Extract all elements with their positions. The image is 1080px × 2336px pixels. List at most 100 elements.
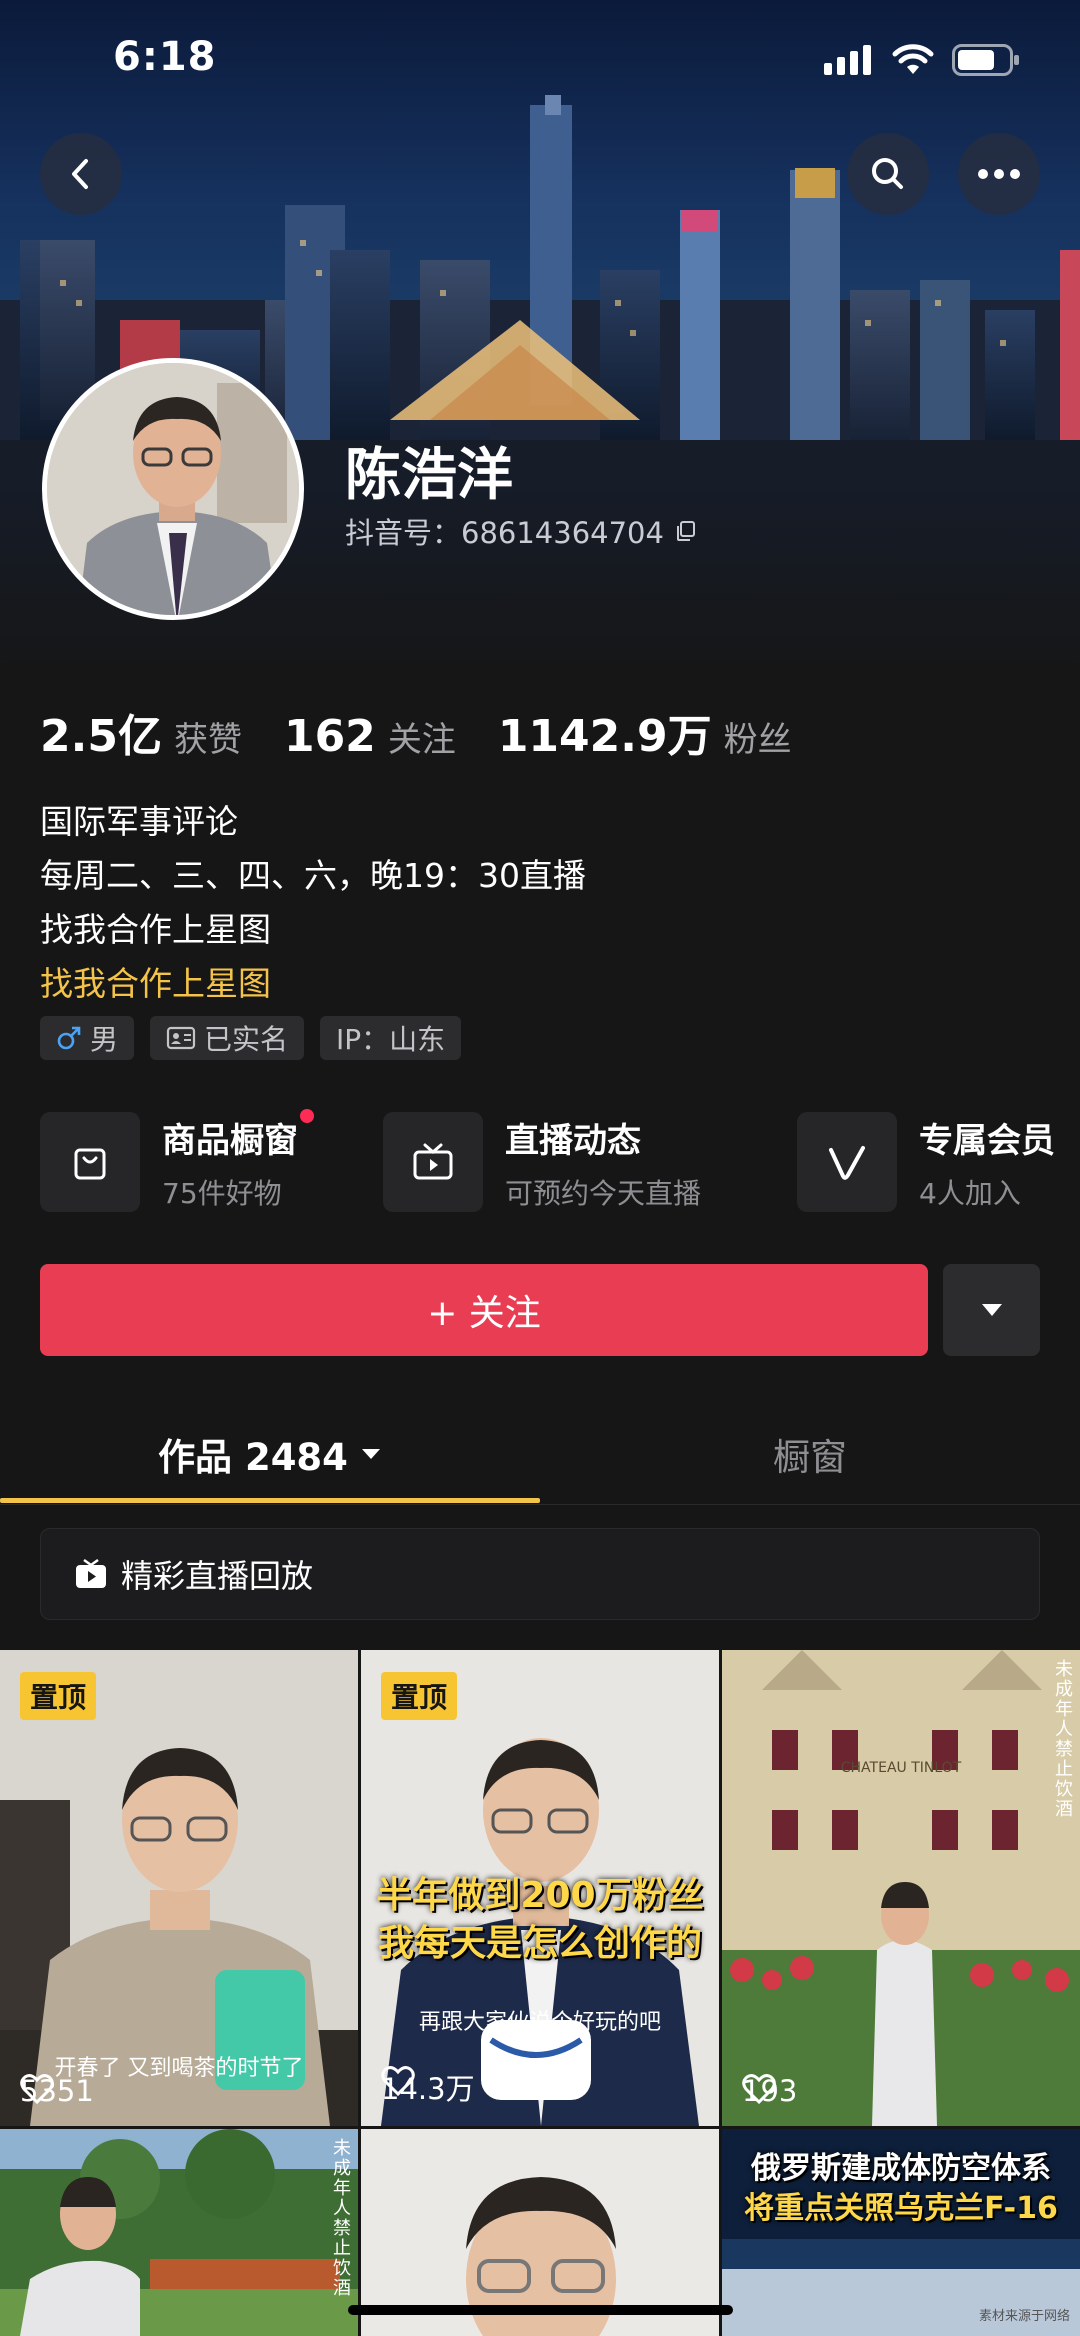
- video-watermark: 素材来源于网络: [978, 2309, 1070, 2324]
- feature-shop-title: 商品橱窗: [162, 1108, 314, 1162]
- video-thumbnail[interactable]: 未成年人禁止饮酒: [0, 2129, 358, 2336]
- caret-down-icon: [981, 1304, 1002, 1316]
- tag-ip-label: IP：山东: [336, 1023, 446, 1056]
- stat-followers[interactable]: 1142.9万 粉丝: [498, 700, 792, 764]
- bio-line-2: 每周二、三、四、六，晚19：30直播: [40, 856, 586, 895]
- avatar-image: [47, 363, 299, 615]
- search-button[interactable]: [847, 133, 929, 215]
- video-likes: 193: [742, 2074, 797, 2108]
- home-indicator[interactable]: [348, 2305, 733, 2315]
- feature-member-icon-box: [797, 1112, 897, 1212]
- feature-live-text: 直播动态 可预约今天直播: [505, 1113, 701, 1212]
- status-bar: 6:18: [0, 0, 1080, 120]
- feature-membership[interactable]: 专属会员 4人加入: [797, 1112, 1055, 1212]
- follow-dropdown-button[interactable]: [943, 1264, 1040, 1356]
- tag-verified[interactable]: 已实名: [150, 1016, 305, 1060]
- video-thumbnail[interactable]: 俄罗斯建成体防空体系 将重点关照乌克兰F-16 素材来源于网络: [722, 2129, 1080, 2336]
- tab-shop-window[interactable]: 橱窗: [540, 1404, 1080, 1504]
- tag-verified-label: 已实名: [204, 1023, 289, 1056]
- active-tab-underline: [0, 1498, 540, 1503]
- profile-tags: 男 已实名 IP：山东: [40, 1016, 462, 1060]
- heart-icon: [20, 2074, 54, 2104]
- follow-button[interactable]: + 关注: [40, 1264, 928, 1356]
- id-card-icon: [166, 1026, 196, 1050]
- v-member-icon: [829, 1146, 865, 1180]
- feature-shop-icon-box: [40, 1112, 140, 1212]
- tab-works-label: 作品 2484: [158, 1436, 348, 1479]
- heart-icon: [381, 2066, 415, 2096]
- pinned-badge: 置顶: [381, 1672, 458, 1720]
- more-button[interactable]: [958, 133, 1040, 215]
- more-dots-icon: [978, 169, 1020, 179]
- stat-likes-value: 2.5亿: [40, 711, 162, 762]
- tv-icon: [413, 1143, 453, 1180]
- feature-member-title: 专属会员: [919, 1120, 1055, 1161]
- chateau-sign: CHATEAU TINLOT: [840, 1760, 962, 1776]
- feature-shop-window[interactable]: 商品橱窗 75件好物: [40, 1108, 314, 1212]
- stat-following[interactable]: 162 关注: [284, 711, 456, 762]
- tag-gender: 男: [40, 1016, 135, 1060]
- chevron-left-icon: [72, 159, 88, 189]
- stat-likes-label: 获赞: [173, 720, 242, 760]
- feature-live-title: 直播动态: [505, 1120, 641, 1161]
- profile-bio: 国际军事评论 每周二、三、四、六，晚19：30直播 找我合作上星图 找我合作上星…: [40, 795, 586, 1011]
- feature-member-text: 专属会员 4人加入: [919, 1113, 1055, 1212]
- avatar[interactable]: [42, 358, 304, 620]
- stat-following-label: 关注: [387, 720, 456, 760]
- feature-shop-subtitle: 75件好物: [162, 1176, 282, 1210]
- status-time: 6:18: [113, 34, 217, 80]
- video-caption-line-2: 将重点关照乌克兰F-16: [744, 2191, 1058, 2226]
- caret-down-icon: [361, 1449, 380, 1459]
- stat-followers-value: 1142.9万: [497, 711, 712, 762]
- feature-live-icon-box: [383, 1112, 483, 1212]
- search-icon: [872, 158, 903, 189]
- video-side-notice: 未成年人禁止饮酒: [1055, 1659, 1073, 1820]
- feature-live-subtitle: 可预约今天直播: [505, 1176, 702, 1210]
- video-caption-line-1: 俄罗斯建成体防空体系: [751, 2151, 1051, 2186]
- video-side-notice: 未成年人禁止饮酒: [333, 2138, 351, 2299]
- back-button[interactable]: [40, 133, 122, 215]
- wifi-icon: [892, 44, 934, 74]
- video-thumbnail-image: [722, 1650, 1080, 2126]
- profile-tabs: 作品 2484 橱窗: [0, 1404, 1080, 1505]
- video-caption-line-2: 我每天是怎么创作的: [377, 1923, 702, 1964]
- tab-works[interactable]: 作品 2484: [0, 1404, 540, 1504]
- heart-icon: [742, 2074, 776, 2104]
- signal-icon: [824, 45, 871, 75]
- feature-live[interactable]: 直播动态 可预约今天直播: [383, 1112, 701, 1212]
- stat-following-value: 162: [283, 711, 376, 762]
- bio-cooperation-link[interactable]: 找我合作上星图: [40, 957, 586, 1011]
- profile-info-panel: 2.5亿 获赞 162 关注 1142.9万 粉丝 国际军事评论 每周二、三、四…: [0, 660, 1080, 1660]
- video-thumbnail[interactable]: CHATEAU TINLOT 未成年人禁止饮酒 193: [722, 1650, 1080, 2126]
- bio-line-1: 国际军事评论: [40, 802, 238, 841]
- video-thumbnail[interactable]: 置顶 半年做到200万粉丝 我每天是怎么创作的 再跟大家伙说个好玩的吧 14.3…: [361, 1650, 719, 2126]
- stat-followers-label: 粉丝: [723, 720, 792, 760]
- male-icon: [57, 1026, 81, 1050]
- video-likes: 5351: [20, 2074, 94, 2108]
- live-replay-label: 精彩直播回放: [121, 1557, 314, 1595]
- shopping-bag-icon: [74, 1148, 106, 1180]
- copy-icon[interactable]: [674, 519, 698, 543]
- battery-icon: [952, 44, 1019, 76]
- stat-likes: 2.5亿 获赞: [40, 700, 242, 764]
- video-caption-line-1: 半年做到200万粉丝: [376, 1875, 704, 1916]
- video-caption-overlay: 俄罗斯建成体防空体系 将重点关照乌克兰F-16: [722, 2149, 1080, 2229]
- tabs-divider: [0, 1504, 1080, 1505]
- tag-ip: IP：山东: [320, 1016, 462, 1060]
- status-icons: [824, 44, 1020, 76]
- video-thumbnail-image: [0, 2129, 358, 2336]
- video-thumbnail[interactable]: 置顶 开春了 又到喝茶的时节了 5351: [0, 1650, 358, 2126]
- live-replay-button[interactable]: 精彩直播回放: [40, 1528, 1040, 1620]
- feature-member-subtitle: 4人加入: [919, 1176, 1021, 1210]
- live-replay-icon: [76, 1559, 106, 1588]
- profile-stats: 2.5亿 获赞 162 关注 1142.9万 粉丝: [40, 700, 834, 764]
- profile-nickname: 陈浩洋: [345, 443, 513, 508]
- tag-gender-label: 男: [90, 1023, 119, 1056]
- bio-line-3: 找我合作上星图: [40, 910, 271, 949]
- douyin-id-text: 抖音号：68614364704: [345, 516, 664, 550]
- profile-features: 商品橱窗 75件好物 直播动态 可预约今天直播 专属会员 4人加入: [40, 1108, 1080, 1216]
- pinned-badge: 置顶: [20, 1672, 97, 1720]
- douyin-id[interactable]: 抖音号：68614364704: [345, 510, 698, 552]
- feature-shop-text: 商品橱窗 75件好物: [162, 1108, 314, 1212]
- video-caption-overlay: 半年做到200万粉丝 我每天是怎么创作的: [361, 1872, 719, 1968]
